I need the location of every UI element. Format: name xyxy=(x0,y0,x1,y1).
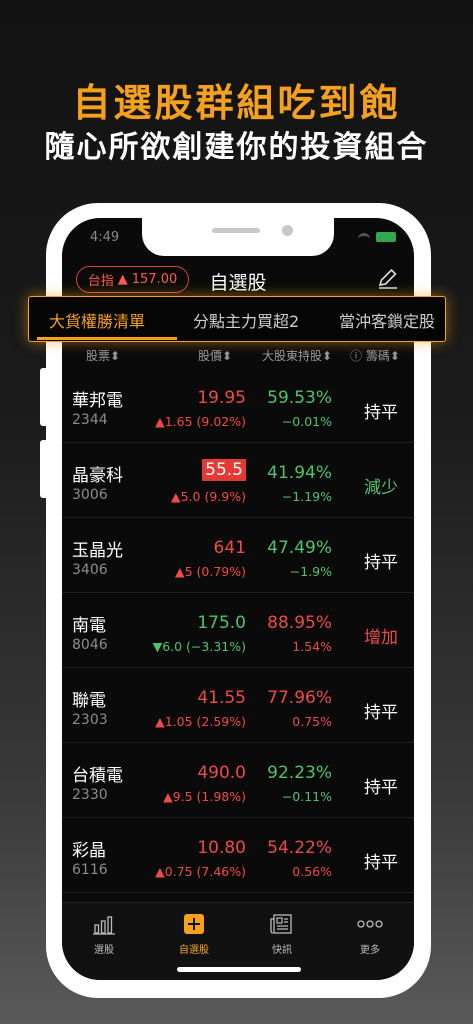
chips-status: 持平 xyxy=(364,778,398,798)
holding-change: −0.11% xyxy=(281,789,332,804)
tab-more[interactable]: 更多 xyxy=(330,911,410,956)
tab-label: 選股 xyxy=(94,945,114,956)
home-indicator xyxy=(177,967,301,972)
stock-change: ▲1.65 (9.02%) xyxy=(155,414,246,429)
phone-side-button xyxy=(40,368,48,426)
tab-group-3[interactable]: 當沖客鎖定股 xyxy=(339,308,435,332)
stock-change: ▲9.5 (1.98%) xyxy=(163,789,246,804)
stock-price: 641 xyxy=(213,538,246,558)
tab-label: 更多 xyxy=(360,945,380,956)
speaker xyxy=(212,228,260,233)
stock-code: 3006 xyxy=(72,487,108,503)
stock-price: 490.0 xyxy=(197,763,246,783)
tab-group-1[interactable]: 大貨權勝清單 xyxy=(49,308,145,332)
stock-name: 彩晶 xyxy=(72,841,106,861)
edit-pencil-icon[interactable] xyxy=(376,266,400,290)
holding-percent: 88.95% xyxy=(267,613,332,633)
holding-change: −1.9% xyxy=(289,564,332,579)
stock-name: 晶豪科 xyxy=(72,466,123,486)
watchlist-group-tabs: 大貨權勝清單 分點主力買超2 當沖客鎖定股 xyxy=(28,296,446,342)
stock-code: 3406 xyxy=(72,562,108,578)
more-dots-icon xyxy=(357,920,383,928)
plus-square-icon xyxy=(184,914,204,934)
holding-percent: 41.94% xyxy=(267,463,332,483)
stock-row[interactable]: 華邦電 2344 19.95 ▲1.65 (9.02%) 59.53% −0.0… xyxy=(62,368,414,443)
stock-code: 2330 xyxy=(72,787,108,803)
stock-change: ▲1.05 (2.59%) xyxy=(155,714,246,729)
stock-price: 41.55 xyxy=(197,688,246,708)
stock-row[interactable]: 晶豪科 3006 55.5 ▲5.0 (9.9%) 41.94% −1.19% … xyxy=(62,443,414,518)
status-icons xyxy=(358,232,396,242)
stock-row[interactable]: 聯電 2303 41.55 ▲1.05 (2.59%) 77.96% 0.75%… xyxy=(62,668,414,743)
stock-change: ▲5.0 (9.9%) xyxy=(171,489,246,504)
stock-price: 19.95 xyxy=(197,388,246,408)
stock-name: 台積電 xyxy=(72,766,123,786)
holding-change: −0.01% xyxy=(281,414,332,429)
tab-label: 自選股 xyxy=(179,945,209,956)
holding-percent: 47.49% xyxy=(267,538,332,558)
column-headers: 股票⬍ 股價⬍ 大股東持股⬍ ⓘ 籌碼⬍ xyxy=(62,344,414,366)
stock-row[interactable]: 南電 8046 175.0 ▼6.0 (−3.31%) 88.95% 1.54%… xyxy=(62,593,414,668)
holding-percent: 92.23% xyxy=(267,763,332,783)
camera xyxy=(282,225,293,236)
promo-subline: 隨心所欲創建你的投資組合 xyxy=(44,130,429,165)
status-time: 4:49 xyxy=(90,230,120,245)
tab-group-2[interactable]: 分點主力買超2 xyxy=(193,308,299,332)
stock-price: 175.0 xyxy=(197,613,246,633)
column-chips[interactable]: ⓘ 籌碼⬍ xyxy=(350,347,400,364)
newspaper-icon xyxy=(270,914,292,934)
holding-percent: 54.22% xyxy=(267,838,332,858)
stock-change: ▲5 (0.79%) xyxy=(174,564,246,579)
stock-price: 10.80 xyxy=(197,838,246,858)
stock-code: 2344 xyxy=(72,412,108,428)
chips-status: 持平 xyxy=(364,553,398,573)
stock-list: 華邦電 2344 19.95 ▲1.65 (9.02%) 59.53% −0.0… xyxy=(62,368,414,893)
stock-price: 55.5 xyxy=(202,459,246,481)
stock-name: 南電 xyxy=(72,616,106,636)
stock-code: 6116 xyxy=(72,862,108,878)
bar-chart-icon xyxy=(93,916,115,935)
stock-name: 聯電 xyxy=(72,691,106,711)
tab-stock-picker[interactable]: 選股 xyxy=(64,911,144,956)
chips-status: 減少 xyxy=(364,478,398,498)
stock-row[interactable]: 玉晶光 3406 641 ▲5 (0.79%) 47.49% −1.9% 持平 xyxy=(62,518,414,593)
tab-label: 快訊 xyxy=(272,945,292,956)
column-holding[interactable]: 大股東持股⬍ xyxy=(262,347,332,364)
holding-change: 1.54% xyxy=(292,639,332,654)
phone-side-button xyxy=(40,440,48,498)
chips-status: 增加 xyxy=(364,628,398,648)
tab-watchlist[interactable]: 自選股 xyxy=(154,911,234,956)
page-title: 自選股 xyxy=(209,272,267,294)
holding-change: 0.56% xyxy=(292,864,332,879)
tab-news[interactable]: 快訊 xyxy=(242,911,322,956)
stock-code: 2303 xyxy=(72,712,108,728)
promo-headline: 自選股群組吃到飽 xyxy=(72,81,401,125)
stock-row[interactable]: 台積電 2330 490.0 ▲9.5 (1.98%) 92.23% −0.11… xyxy=(62,743,414,818)
stock-change: ▼6.0 (−3.31%) xyxy=(152,639,246,654)
battery-icon xyxy=(376,232,396,242)
column-stock[interactable]: 股票⬍ xyxy=(86,347,120,364)
stock-row[interactable]: 彩晶 6116 10.80 ▲0.75 (7.46%) 54.22% 0.56%… xyxy=(62,818,414,893)
wifi-icon xyxy=(358,233,370,241)
phone-notch xyxy=(142,218,334,256)
active-tab-underline xyxy=(37,337,177,340)
column-price[interactable]: 股價⬍ xyxy=(198,347,232,364)
stock-name: 玉晶光 xyxy=(72,541,123,561)
stock-code: 8046 xyxy=(72,637,108,653)
holding-percent: 59.53% xyxy=(267,388,332,408)
bottom-tab-bar: 選股 自選股 快訊 更多 xyxy=(62,902,414,980)
stock-name: 華邦電 xyxy=(72,391,123,411)
stock-change: ▲0.75 (7.46%) xyxy=(155,864,246,879)
holding-change: 0.75% xyxy=(292,714,332,729)
chips-status: 持平 xyxy=(364,703,398,723)
holding-percent: 77.96% xyxy=(267,688,332,708)
holding-change: −1.19% xyxy=(281,489,332,504)
chips-status: 持平 xyxy=(364,403,398,423)
chips-status: 持平 xyxy=(364,853,398,873)
